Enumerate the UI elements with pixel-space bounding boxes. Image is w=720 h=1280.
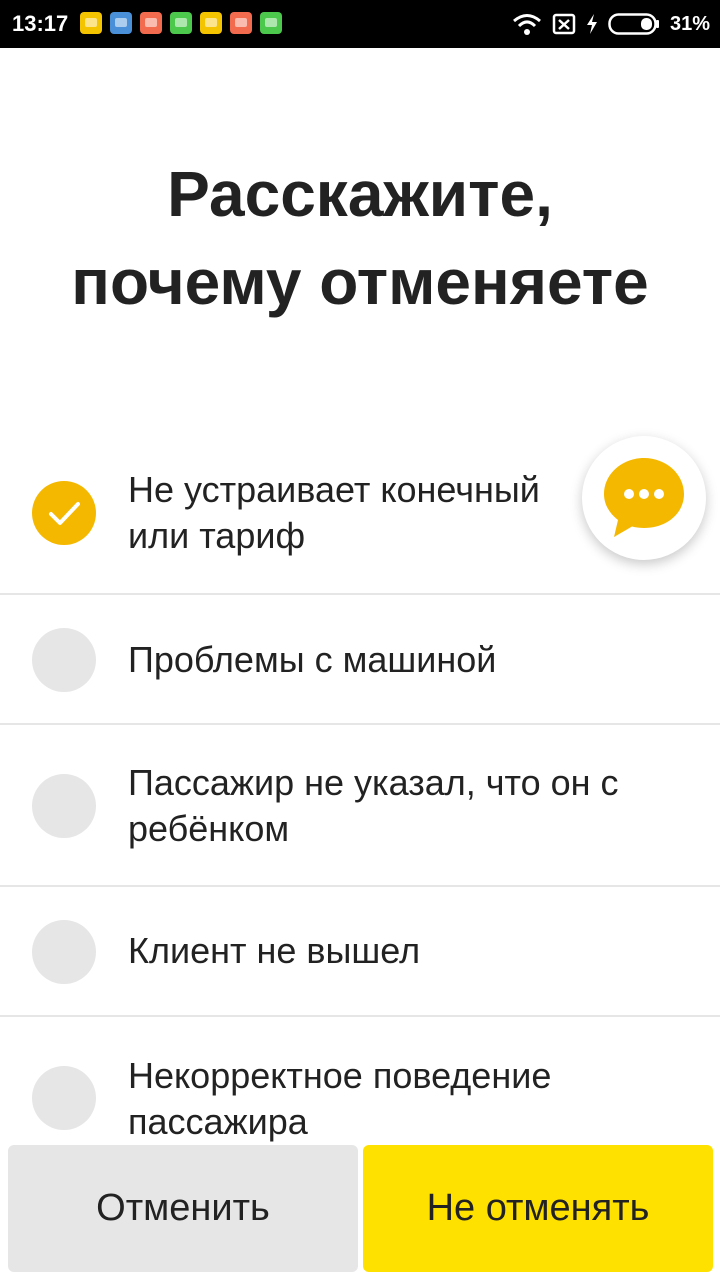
reason-option-client-no-show[interactable]: Клиент не вышел (0, 887, 720, 1017)
checkmark-icon (49, 502, 80, 525)
reason-option-child[interactable]: Пассажир не указал, что он с ребёнком (0, 725, 720, 887)
radio-unchecked[interactable] (32, 920, 96, 984)
cancel-ride-button[interactable]: Отменить (8, 1145, 358, 1272)
sim-none-icon (552, 13, 576, 35)
page-title: Расскажите, почему отменяете (0, 150, 720, 326)
reason-option-label: Проблемы с машиной (128, 639, 497, 680)
keep-ride-button[interactable]: Не отменять (363, 1145, 713, 1272)
chat-bubble-icon (604, 458, 684, 537)
notification-icons (80, 12, 282, 36)
battery-icon (608, 13, 659, 35)
reason-option-label: Клиент не вышел (128, 930, 421, 971)
radio-unchecked[interactable] (32, 1066, 96, 1130)
notification-icon (200, 12, 222, 34)
page-title-line-2: почему отменяете (71, 246, 649, 318)
notification-icon (230, 12, 252, 34)
radio-unchecked[interactable] (32, 628, 96, 692)
screen: 13:17 31% Расскажите, почему отменяете Н… (0, 0, 720, 1280)
page-title-line-1: Расскажите, (167, 158, 553, 230)
notification-icon (170, 12, 192, 34)
reason-option-label: Пассажир не указал, что он с ребёнком (128, 762, 619, 849)
radio-checked[interactable] (32, 481, 96, 545)
notification-icon (140, 12, 162, 34)
status-right: 31% (512, 0, 710, 48)
charging-icon (586, 14, 597, 34)
reason-option-label: Некорректное поведение пассажира (128, 1055, 552, 1142)
notification-icon (80, 12, 102, 34)
wifi-icon (513, 14, 541, 35)
notification-icon (260, 12, 282, 34)
battery-percentage: 31% (669, 12, 710, 35)
status-time: 13:17 (12, 11, 69, 36)
reason-option-car-problems[interactable]: Проблемы с машиной (0, 595, 720, 725)
status-bar: 13:17 31% (0, 0, 720, 48)
notification-icon (110, 12, 132, 34)
radio-unchecked[interactable] (32, 774, 96, 838)
support-chat-button[interactable] (582, 436, 706, 560)
